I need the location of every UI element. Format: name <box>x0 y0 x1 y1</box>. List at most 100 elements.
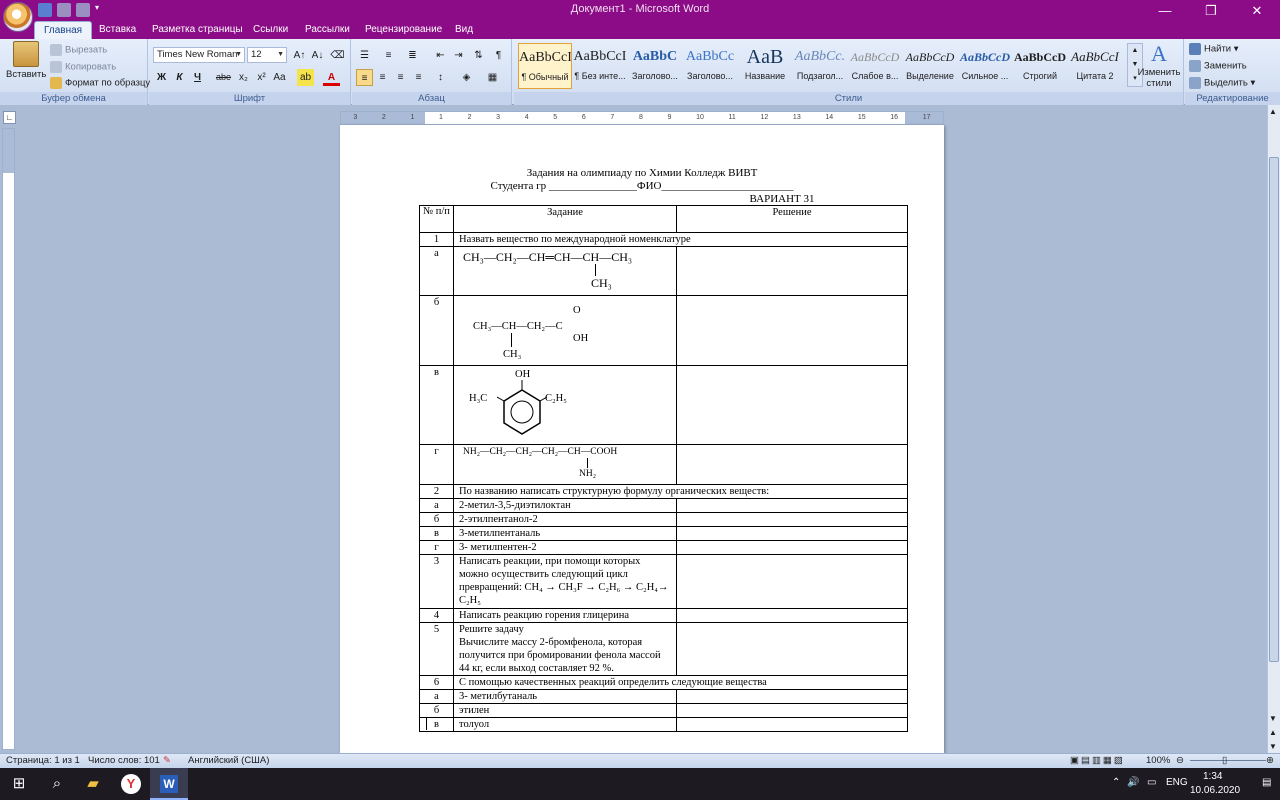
change-styles-button[interactable]: A Изменить стили <box>1136 41 1182 89</box>
line-spacing-icon[interactable]: ↕ <box>432 69 449 86</box>
numbering-icon[interactable]: ≡ <box>380 47 397 64</box>
tab-selector-icon[interactable]: ∟ <box>3 111 16 124</box>
scroll-down-icon[interactable]: ▼ <box>1269 714 1277 723</box>
zoom-out-icon[interactable]: ⊖ <box>1176 755 1184 766</box>
solution-cell[interactable] <box>676 246 908 296</box>
style-quote-2[interactable]: AaBbCcI Цитата 2 <box>1068 43 1122 89</box>
align-center-icon[interactable]: ≡ <box>374 69 391 86</box>
zoom-in-icon[interactable]: ⊕ <box>1266 755 1274 766</box>
format-painter-button[interactable]: Формат по образцу <box>50 77 150 89</box>
justify-icon[interactable]: ≡ <box>410 69 427 86</box>
yandex-browser-icon[interactable]: Y <box>112 768 150 800</box>
clock-time[interactable]: 1:34 <box>1203 771 1222 782</box>
borders-icon[interactable]: ▦ <box>484 69 501 86</box>
replace-button[interactable]: Заменить <box>1189 60 1247 72</box>
style-intense-emphasis[interactable]: AaBbCcD Сильное ... <box>958 43 1012 89</box>
increase-indent-icon[interactable]: ⇥ <box>450 47 467 64</box>
tab-home[interactable]: Главная <box>34 21 93 39</box>
find-button[interactable]: Найти ▾ <box>1189 43 1239 55</box>
style-heading-1[interactable]: AaBbC Заголово... <box>628 43 682 89</box>
pilcrow-icon[interactable]: ¶ <box>490 47 507 64</box>
tab-view[interactable]: Вид <box>446 21 482 39</box>
tab-insert[interactable]: Вставка <box>90 21 145 39</box>
italic-button[interactable]: К <box>171 69 188 86</box>
underline-button[interactable]: Ч <box>189 69 206 86</box>
solution-cell[interactable] <box>676 526 908 541</box>
zoom-slider-thumb[interactable]: ▯ <box>1222 755 1227 766</box>
vertical-scrollbar[interactable]: ▲ ▼ ▲ ▼ <box>1267 105 1280 753</box>
tab-mailings[interactable]: Рассылки <box>296 21 359 39</box>
highlight-icon[interactable]: ab <box>297 69 314 86</box>
close-button[interactable]: ✕ <box>1234 0 1280 21</box>
zoom-level[interactable]: 100% <box>1146 755 1170 766</box>
strikethrough-button[interactable]: abe <box>215 69 232 86</box>
prev-page-icon[interactable]: ▲ <box>1269 728 1277 737</box>
page-indicator[interactable]: Страница: 1 из 1 <box>6 755 80 766</box>
spellcheck-icon[interactable]: ✎ <box>163 755 171 766</box>
file-explorer-icon[interactable]: ▰ <box>74 768 112 800</box>
horizontal-ruler[interactable]: 3 2 1 1 2 3 4 5 6 7 8 9 10 11 12 13 14 15 16 17 <box>340 111 944 125</box>
word-count[interactable]: Число слов: 101 <box>88 755 160 766</box>
style-subtitle[interactable]: AaBbCc. Подзагол... <box>793 43 847 89</box>
copy-button[interactable]: Копировать <box>50 61 116 73</box>
tab-review[interactable]: Рецензирование <box>356 21 451 39</box>
network-icon[interactable]: ▭ <box>1147 777 1156 788</box>
style-normal[interactable]: AaBbCcI ¶ Обычный <box>518 43 572 89</box>
align-right-icon[interactable]: ≡ <box>392 69 409 86</box>
solution-cell[interactable] <box>676 717 908 732</box>
grow-font-button[interactable]: A↑ <box>291 47 308 64</box>
maximize-button[interactable]: ❐ <box>1188 0 1234 21</box>
select-button[interactable]: Выделить ▾ <box>1189 77 1255 89</box>
subscript-button[interactable]: x₂ <box>235 69 252 86</box>
solution-cell[interactable] <box>676 689 908 704</box>
style-heading-2[interactable]: AaBbCc Заголово... <box>683 43 737 89</box>
minimize-button[interactable]: — <box>1142 0 1188 21</box>
style-emphasis[interactable]: AaBbCcD Выделение <box>903 43 957 89</box>
input-language[interactable]: ENG <box>1166 777 1188 788</box>
zoom-slider[interactable] <box>1190 760 1266 761</box>
paste-button[interactable]: Вставить <box>6 41 46 80</box>
solution-cell[interactable] <box>676 295 908 366</box>
font-name-combo[interactable]: Times New Roman ▼ <box>153 47 245 63</box>
decrease-indent-icon[interactable]: ⇤ <box>432 47 449 64</box>
office-button[interactable] <box>3 2 33 32</box>
tab-page-layout[interactable]: Разметка страницы <box>143 21 252 39</box>
volume-icon[interactable]: 🔊 <box>1127 777 1139 788</box>
search-icon[interactable]: ⌕ <box>38 768 76 800</box>
shrink-font-button[interactable]: A↓ <box>309 47 326 64</box>
word-taskbar-icon[interactable]: W <box>150 768 188 800</box>
tab-references[interactable]: Ссылки <box>244 21 297 39</box>
cut-button[interactable]: Вырезать <box>50 44 107 56</box>
superscript-button[interactable]: x² <box>253 69 270 86</box>
solution-cell[interactable] <box>676 622 908 676</box>
show-hidden-icons-icon[interactable]: ⌃ <box>1112 777 1120 788</box>
font-size-combo[interactable]: 12 ▼ <box>247 47 287 63</box>
style-subtle-emphasis[interactable]: AaBbCcD Слабое в... <box>848 43 902 89</box>
next-page-icon[interactable]: ▼ <box>1269 742 1277 751</box>
scrollbar-thumb[interactable] <box>1269 157 1279 662</box>
change-case-button[interactable]: Aa <box>271 69 288 86</box>
solution-cell[interactable] <box>676 365 908 445</box>
clear-format-icon[interactable]: ⌫ <box>329 47 346 64</box>
windows-start-icon[interactable]: ⊞ <box>0 768 38 800</box>
bold-button[interactable]: Ж <box>153 69 170 86</box>
solution-cell[interactable] <box>676 554 908 609</box>
view-buttons-icon[interactable]: ▣▤▥▦▧ <box>1070 755 1125 766</box>
scroll-up-icon[interactable]: ▲ <box>1269 107 1277 116</box>
solution-cell[interactable] <box>676 444 908 485</box>
vertical-ruler[interactable] <box>2 128 15 750</box>
style-strong[interactable]: AaBbCcD Строгий <box>1013 43 1067 89</box>
document-page[interactable]: Задания на олимпиаду по Химии Колледж ВИ… <box>340 125 944 753</box>
align-left-icon[interactable]: ≡ <box>356 69 373 86</box>
solution-cell[interactable] <box>676 498 908 513</box>
multilevel-list-icon[interactable]: ≣ <box>404 47 421 64</box>
solution-cell[interactable] <box>676 608 908 623</box>
sort-icon[interactable]: ⇅ <box>470 47 487 64</box>
shading-icon[interactable]: ◈ <box>458 69 475 86</box>
bullets-icon[interactable]: ☰ <box>356 47 373 64</box>
font-color-icon[interactable]: A <box>323 69 340 86</box>
solution-cell[interactable] <box>676 540 908 555</box>
style-title[interactable]: AaB Название <box>738 43 792 89</box>
notifications-icon[interactable]: ▤ <box>1262 777 1271 788</box>
solution-cell[interactable] <box>676 512 908 527</box>
